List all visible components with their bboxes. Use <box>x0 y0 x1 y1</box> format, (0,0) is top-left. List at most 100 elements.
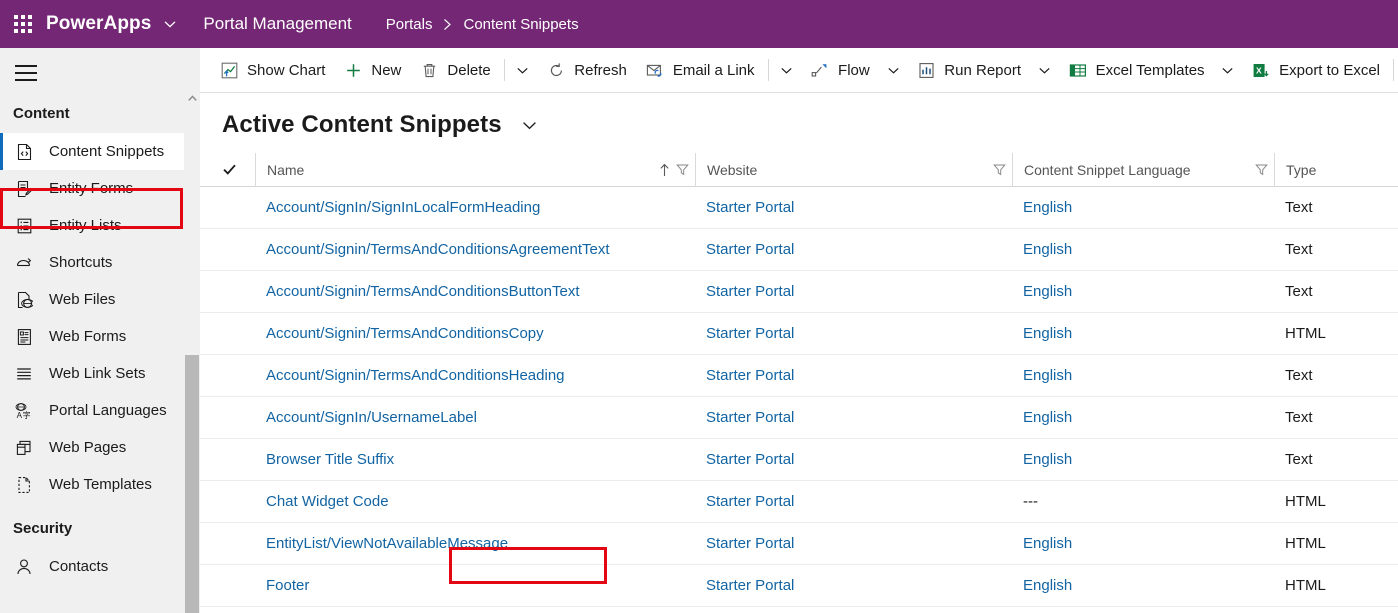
cell-language[interactable]: English <box>1012 439 1274 481</box>
cell-name[interactable]: Account/SignIn/SignInLocalFormHeading <box>255 187 695 229</box>
cell-name[interactable]: Chat Widget Code <box>255 481 695 523</box>
flow-chevron-down-icon[interactable] <box>879 48 908 92</box>
cell-name-text[interactable]: Account/Signin/TermsAndConditionsAgreeme… <box>266 241 610 258</box>
cell-language[interactable]: English <box>1012 229 1274 271</box>
app-launcher-icon[interactable] <box>12 13 34 35</box>
cell-language-text[interactable]: English <box>1023 199 1072 216</box>
select-all-checkmark-icon[interactable] <box>222 162 255 177</box>
email-a-link-button[interactable]: Email a Link <box>636 48 764 92</box>
arrow-up-icon[interactable] <box>659 163 670 177</box>
cell-name[interactable]: Account/Signin/TermsAndConditionsCopy <box>255 313 695 355</box>
delete-button[interactable]: Delete <box>410 48 499 92</box>
cell-language[interactable]: English <box>1012 187 1274 229</box>
brand-powerapps[interactable]: PowerApps <box>46 13 151 35</box>
cell-language-text[interactable]: English <box>1023 535 1072 552</box>
cell-name-text[interactable]: Footer <box>266 577 309 594</box>
filter-icon[interactable] <box>676 163 689 176</box>
column-header-type[interactable]: Type <box>1274 152 1398 187</box>
new-button[interactable]: New <box>334 48 410 92</box>
cell-language[interactable]: English <box>1012 271 1274 313</box>
table-row[interactable]: EntityList/ViewNotAvailableMessage Starte… <box>200 523 1398 565</box>
scroll-up-arrow-icon[interactable] <box>184 90 200 107</box>
cell-website[interactable]: Starter Portal <box>695 439 1012 481</box>
cell-website[interactable]: Starter Portal <box>695 271 1012 313</box>
cell-language-text[interactable]: English <box>1023 409 1072 426</box>
sidebar-item-entity-lists[interactable]: Entity Lists <box>0 207 200 244</box>
cell-language[interactable]: English <box>1012 313 1274 355</box>
column-header-name[interactable]: Name <box>255 152 695 187</box>
cell-name-text[interactable]: EntityList/ViewNotAvailableMessage <box>266 535 508 552</box>
table-row[interactable]: Account/SignIn/UsernameLabel Starter Port… <box>200 397 1398 439</box>
table-row[interactable]: Account/Signin/TermsAndConditionsCopy Sta… <box>200 313 1398 355</box>
email-overflow-chevron-down-icon[interactable] <box>772 48 801 92</box>
cell-website-text[interactable]: Starter Portal <box>706 367 794 384</box>
cell-language-text[interactable]: English <box>1023 325 1072 342</box>
table-row[interactable]: Account/Signin/TermsAndConditionsHeading… <box>200 355 1398 397</box>
view-selector-chevron-down-icon[interactable] <box>518 113 542 137</box>
sidebar-item-entity-forms[interactable]: Entity Forms <box>0 170 200 207</box>
chevron-down-icon[interactable] <box>159 13 181 35</box>
sidebar-item-web-files[interactable]: Web Files <box>0 281 200 318</box>
breadcrumb-item-content-snippets[interactable]: Content Snippets <box>463 16 578 33</box>
cell-language-text[interactable]: English <box>1023 367 1072 384</box>
sidebar-item-web-link-sets[interactable]: Web Link Sets <box>0 355 200 392</box>
sidebar-item-content-snippets[interactable]: Content Snippets <box>0 133 200 170</box>
filter-icon[interactable] <box>1255 163 1268 176</box>
cell-website-text[interactable]: Starter Portal <box>706 241 794 258</box>
sidebar-scrollbar[interactable] <box>184 90 200 613</box>
cell-language[interactable]: English <box>1012 565 1274 607</box>
cell-website-text[interactable]: Starter Portal <box>706 325 794 342</box>
cell-website-text[interactable]: Starter Portal <box>706 577 794 594</box>
refresh-button[interactable]: Refresh <box>537 48 636 92</box>
export-to-excel-button[interactable]: X Export to Excel <box>1242 48 1389 92</box>
cell-language-text[interactable]: English <box>1023 283 1072 300</box>
breadcrumb-item-portals[interactable]: Portals <box>386 16 433 33</box>
cell-website[interactable]: Starter Portal <box>695 565 1012 607</box>
cell-language[interactable]: English <box>1012 355 1274 397</box>
cell-language[interactable]: English <box>1012 523 1274 565</box>
table-row[interactable]: Browser Title Suffix Starter Portal Englis… <box>200 439 1398 481</box>
cell-website-text[interactable]: Starter Portal <box>706 199 794 216</box>
cell-website-text[interactable]: Starter Portal <box>706 535 794 552</box>
cell-website-text[interactable]: Starter Portal <box>706 451 794 468</box>
column-header-content-snippet-language[interactable]: Content Snippet Language <box>1012 152 1274 187</box>
cell-name-text[interactable]: Account/Signin/TermsAndConditionsHeading <box>266 367 565 384</box>
column-header-website[interactable]: Website <box>695 152 1012 187</box>
cell-website[interactable]: Starter Portal <box>695 397 1012 439</box>
sidebar-item-web-pages[interactable]: Web Pages <box>0 429 200 466</box>
cell-language-text[interactable]: English <box>1023 451 1072 468</box>
cell-name-text[interactable]: Browser Title Suffix <box>266 451 394 468</box>
excel-templates-button[interactable]: Excel Templates <box>1059 48 1214 92</box>
table-row[interactable]: Chat Widget Code Starter Portal --- HTML <box>200 481 1398 523</box>
run-report-chevron-down-icon[interactable] <box>1030 48 1059 92</box>
filter-icon[interactable] <box>993 163 1006 176</box>
table-row[interactable]: Account/Signin/TermsAndConditionsAgreeme… <box>200 229 1398 271</box>
cell-website[interactable]: Starter Portal <box>695 229 1012 271</box>
cell-website[interactable]: Starter Portal <box>695 187 1012 229</box>
cell-name[interactable]: Account/Signin/TermsAndConditionsHeading <box>255 355 695 397</box>
flow-button[interactable]: Flow <box>801 48 879 92</box>
cell-name[interactable]: Account/Signin/TermsAndConditionsAgreeme… <box>255 229 695 271</box>
cell-website[interactable]: Starter Portal <box>695 355 1012 397</box>
cell-name[interactable]: EntityList/ViewNotAvailableMessage <box>255 523 695 565</box>
cell-name[interactable]: Footer <box>255 565 695 607</box>
table-row[interactable]: Account/SignIn/SignInLocalFormHeading Sta… <box>200 187 1398 229</box>
cell-name[interactable]: Browser Title Suffix <box>255 439 695 481</box>
cell-name-text[interactable]: Account/Signin/TermsAndConditionsButtonT… <box>266 283 580 300</box>
cell-website[interactable]: Starter Portal <box>695 523 1012 565</box>
cell-name[interactable]: Account/Signin/TermsAndConditionsButtonT… <box>255 271 695 313</box>
cell-language[interactable]: English <box>1012 397 1274 439</box>
sidebar-item-shortcuts[interactable]: Shortcuts <box>0 244 200 281</box>
sidebar-item-portal-languages[interactable]: A 字 Portal Languages <box>0 392 200 429</box>
cell-name-text[interactable]: Account/SignIn/UsernameLabel <box>266 409 477 426</box>
cell-language-text[interactable]: English <box>1023 241 1072 258</box>
sidebar-item-web-forms[interactable]: Web Forms <box>0 318 200 355</box>
sidebar-item-contacts[interactable]: Contacts <box>0 548 200 585</box>
run-report-button[interactable]: Run Report <box>907 48 1030 92</box>
cell-name-text[interactable]: Chat Widget Code <box>266 493 389 510</box>
table-row[interactable]: Account/Signin/TermsAndConditionsButtonT… <box>200 271 1398 313</box>
table-row[interactable]: Footer Starter Portal English HTML <box>200 565 1398 607</box>
cell-website[interactable]: Starter Portal <box>695 481 1012 523</box>
cell-website[interactable]: Starter Portal <box>695 313 1012 355</box>
show-chart-button[interactable]: Show Chart <box>210 48 334 92</box>
